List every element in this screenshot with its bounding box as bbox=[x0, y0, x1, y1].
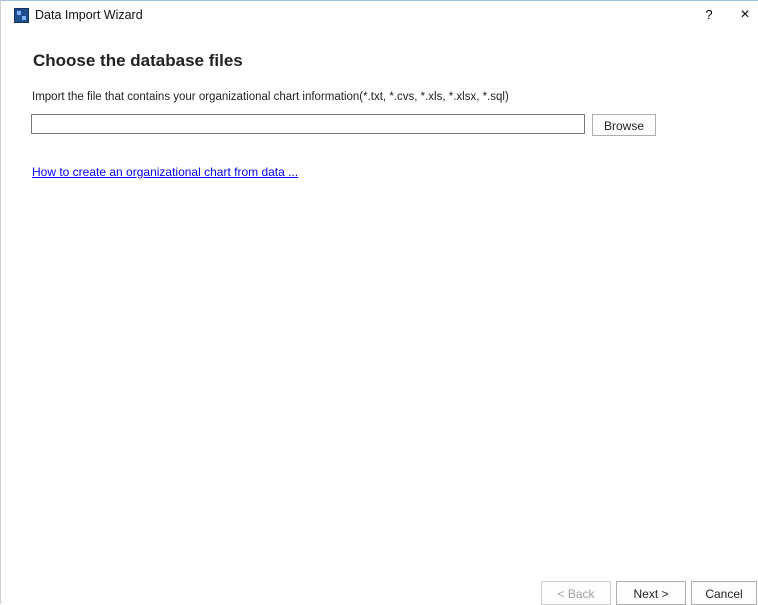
help-button[interactable]: ? bbox=[698, 4, 720, 26]
window-title: Data Import Wizard bbox=[35, 8, 143, 22]
close-icon[interactable]: × bbox=[734, 4, 756, 26]
instruction-text: Import the file that contains your organ… bbox=[32, 91, 509, 103]
help-link[interactable]: How to create an organizational chart fr… bbox=[32, 165, 298, 179]
data-import-wizard-window: Data Import Wizard ? × Choose the databa… bbox=[0, 0, 758, 605]
browse-button[interactable]: Browse bbox=[592, 114, 656, 136]
back-button[interactable]: < Back bbox=[541, 581, 611, 605]
cancel-button[interactable]: Cancel bbox=[691, 581, 757, 605]
title-bar: Data Import Wizard ? × bbox=[1, 1, 758, 31]
app-icon bbox=[14, 8, 29, 23]
next-button[interactable]: Next > bbox=[616, 581, 686, 605]
file-path-input[interactable] bbox=[31, 114, 585, 134]
page-title: Choose the database files bbox=[33, 51, 243, 70]
